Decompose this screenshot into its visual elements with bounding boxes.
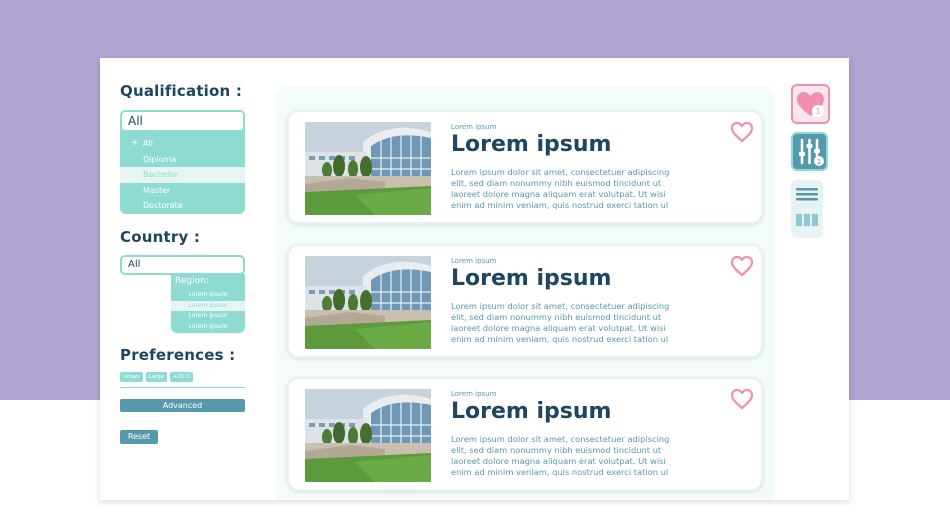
qualification-option-all[interactable]: + All [120, 136, 245, 152]
country-select[interactable]: All [120, 255, 245, 275]
qualification-select[interactable]: All [120, 110, 245, 132]
region-option[interactable]: Lorem ipsum [171, 322, 245, 333]
option-label: Doctorate [143, 201, 183, 210]
wishlist-button[interactable]: 1 [791, 84, 830, 124]
qualification-option-diploma[interactable]: Diploma [120, 152, 245, 168]
option-label: Diploma [143, 154, 177, 164]
filter-button[interactable]: 1 [791, 132, 828, 171]
card-title: Lorem ipsum [451, 399, 612, 424]
preference-tag[interactable]: Urban [120, 372, 143, 382]
wishlist-count: 1 [815, 107, 820, 116]
card-description: Lorem ipsum dolor sit amet, consectetuer… [451, 434, 670, 477]
qualification-options: + All Diploma Bachelor Master Doctorate [120, 136, 245, 214]
filter-count: 1 [817, 158, 821, 166]
heart-icon[interactable] [730, 388, 754, 410]
card-subtitle: Lorem ipsum [451, 390, 497, 398]
plus-icon: + [131, 138, 139, 148]
result-card[interactable]: Lorem ipsum Lorem ipsum Lorem ipsum dolo… [287, 244, 763, 358]
heart-icon[interactable] [730, 255, 754, 277]
results-list: Lorem ipsum Lorem ipsum Lorem ipsum dolo… [276, 86, 774, 500]
qualification-title: Qualification : [120, 82, 243, 100]
reset-button[interactable]: Reset [120, 430, 158, 444]
qualification-option-master[interactable]: Master [120, 183, 245, 199]
heart-icon[interactable] [730, 121, 754, 143]
card-subtitle: Lorem ipsum [451, 123, 497, 131]
card-description: Lorem ipsum dolor sit amet, consectetuer… [451, 167, 670, 210]
option-label: All [143, 139, 153, 148]
region-option[interactable]: Lorem ipsum [171, 300, 245, 311]
region-dropdown: Region: Lorem ipsum Lorem ipsum Lorem ip… [171, 274, 245, 333]
qualification-option-doctorate[interactable]: Doctorate [120, 198, 245, 214]
preferences-divider [120, 387, 245, 388]
card-subtitle: Lorem ipsum [451, 257, 497, 265]
qualification-dropdown: All + All Diploma Bachelor Master Doctor… [120, 110, 245, 214]
option-label: Bachelor [143, 170, 179, 179]
list-grid-icon [796, 188, 818, 226]
sliders-icon: 1 [799, 138, 824, 166]
region-option[interactable]: Lorem ipsum [171, 290, 245, 301]
view-toggle[interactable] [791, 180, 823, 238]
preferences-title: Preferences : [120, 346, 236, 364]
option-label: Master [143, 185, 171, 195]
region-label: Region: [175, 276, 209, 286]
heart-filled-icon: 1 [797, 92, 824, 117]
campus-photo [305, 122, 431, 215]
preference-tag[interactable]: +20 C [170, 372, 194, 382]
campus-photo [305, 256, 431, 349]
region-option[interactable]: Lorem ipsum [171, 311, 245, 322]
preference-tags: Urban Large +20 C [120, 372, 194, 382]
campus-photo [305, 389, 431, 482]
card-title: Lorem ipsum [451, 132, 612, 157]
country-title: Country : [120, 228, 201, 246]
result-card[interactable]: Lorem ipsum Lorem ipsum Lorem ipsum dolo… [287, 110, 763, 224]
qualification-option-bachelor[interactable]: Bachelor [120, 167, 245, 183]
preference-tag[interactable]: Large [145, 372, 168, 382]
card-title: Lorem ipsum [451, 266, 612, 291]
region-options: Lorem ipsum Lorem ipsum Lorem ipsum Lore… [171, 290, 245, 332]
main-panel: Qualification : All + All Diploma Bachel… [100, 58, 849, 500]
result-card[interactable]: Lorem ipsum Lorem ipsum Lorem ipsum dolo… [287, 377, 763, 491]
advanced-button[interactable]: Advanced [120, 399, 245, 412]
card-description: Lorem ipsum dolor sit amet, consectetuer… [451, 301, 670, 344]
